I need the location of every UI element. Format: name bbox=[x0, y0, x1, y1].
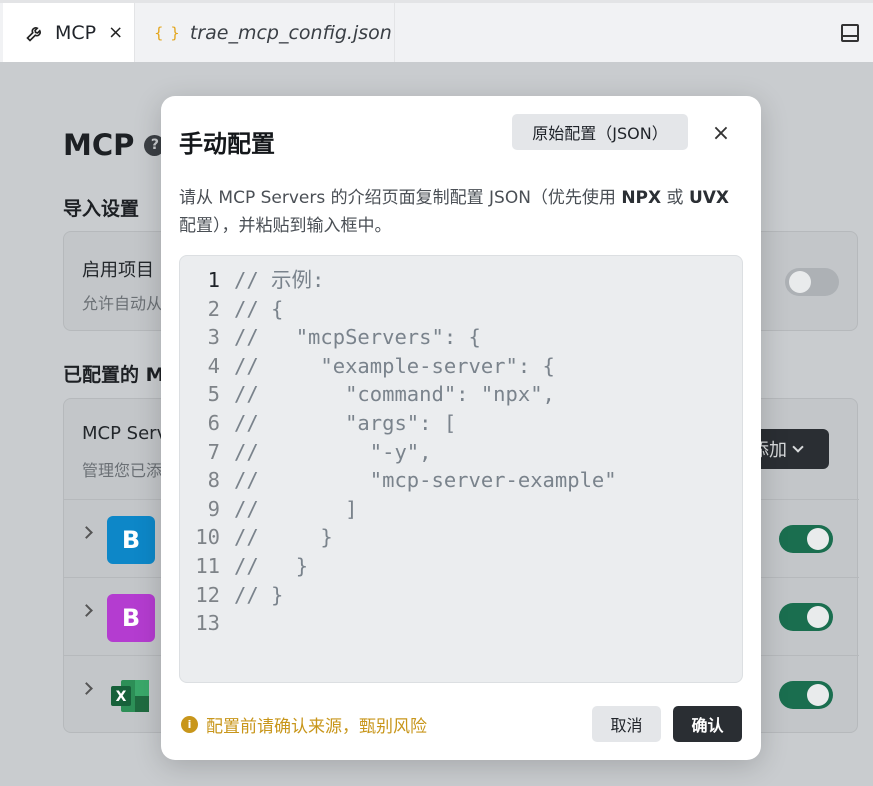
code-text: // "example-server": { bbox=[234, 353, 555, 378]
code-line[interactable]: 9 // ] bbox=[180, 495, 742, 524]
code-line[interactable]: 3 // "mcpServers": { bbox=[180, 323, 742, 352]
wrench-icon bbox=[26, 26, 41, 42]
cancel-button[interactable]: 取消 bbox=[592, 706, 661, 742]
dialog-description: 请从 MCP Servers 的介绍页面复制配置 JSON（优先使用 NPX 或… bbox=[179, 188, 730, 236]
line-number: 8 bbox=[207, 468, 220, 493]
line-number: 11 bbox=[195, 553, 220, 578]
line-number: 9 bbox=[207, 496, 220, 521]
braces-icon: { } bbox=[154, 23, 181, 42]
tab-close-icon[interactable]: × bbox=[108, 22, 123, 43]
tab-config-file-label: trae_mcp_config.json bbox=[189, 21, 392, 44]
import-settings-heading: 导入设置 bbox=[63, 198, 140, 220]
code-line[interactable]: 5 // "command": "npx", bbox=[180, 380, 742, 409]
code-line[interactable]: 13 bbox=[180, 609, 742, 638]
tab-config-file[interactable]: { } trae_mcp_config.json bbox=[136, 3, 395, 62]
code-line[interactable]: 1 // 示例: bbox=[180, 266, 742, 295]
chevron-right-icon[interactable] bbox=[80, 526, 93, 539]
svg-text:X: X bbox=[116, 689, 127, 705]
code-line[interactable]: 7 // "-y", bbox=[180, 438, 742, 467]
line-number: 3 bbox=[207, 325, 220, 350]
servers-card-subtitle: 管理您已添 bbox=[82, 461, 163, 480]
server-toggle[interactable] bbox=[779, 681, 833, 709]
code-line[interactable]: 10 // } bbox=[180, 523, 742, 552]
page-title: MCP ? bbox=[63, 128, 166, 162]
chevron-right-icon[interactable] bbox=[80, 604, 93, 617]
info-icon: i bbox=[181, 716, 198, 733]
json-config-editor[interactable]: 1 // 示例: 2 // { 3 // "mcpServers": { 4 // "exam… bbox=[179, 255, 743, 683]
tab-mcp-label: MCP bbox=[55, 21, 97, 44]
code-line[interactable]: 4 // "example-server": { bbox=[180, 352, 742, 381]
configured-mcp-heading: 已配置的 M bbox=[63, 364, 165, 386]
code-text: // ] bbox=[234, 496, 358, 521]
code-text: // 示例: bbox=[234, 268, 325, 292]
line-number: 12 bbox=[195, 582, 220, 607]
code-text: // } bbox=[234, 582, 284, 607]
line-number: 2 bbox=[207, 296, 220, 321]
server-logo: B bbox=[107, 516, 155, 564]
risk-warning: i 配置前请确认来源，甄别风险 bbox=[181, 712, 427, 737]
manual-config-dialog: 手动配置 原始配置（JSON） × 请从 MCP Servers 的介绍页面复制… bbox=[161, 96, 761, 760]
code-text: // } bbox=[234, 525, 333, 550]
raw-config-button[interactable]: 原始配置（JSON） bbox=[512, 114, 688, 150]
excel-logo-icon: X bbox=[107, 672, 155, 720]
code-text: // { bbox=[234, 296, 284, 321]
code-text: // } bbox=[234, 553, 309, 578]
code-text: // "mcp-server-example" bbox=[234, 468, 617, 493]
panel-layout-icon[interactable] bbox=[841, 24, 859, 42]
tab-bar: MCP × { } trae_mcp_config.json bbox=[0, 0, 873, 62]
server-toggle[interactable] bbox=[779, 603, 833, 631]
line-number: 7 bbox=[207, 439, 220, 464]
import-card-title: 启用项目 bbox=[82, 260, 154, 281]
chevron-right-icon[interactable] bbox=[80, 682, 93, 695]
confirm-button[interactable]: 确认 bbox=[673, 706, 742, 742]
code-line[interactable]: 8 // "mcp-server-example" bbox=[180, 466, 742, 495]
dialog-title: 手动配置 bbox=[179, 130, 275, 158]
risk-warning-text: 配置前请确认来源，甄别风险 bbox=[206, 717, 427, 737]
line-number: 5 bbox=[207, 382, 220, 407]
line-number: 10 bbox=[195, 525, 220, 550]
chevron-down-icon bbox=[792, 441, 804, 453]
code-text: // "args": [ bbox=[234, 410, 457, 435]
server-toggle[interactable] bbox=[779, 525, 833, 553]
line-number: 1 bbox=[207, 268, 220, 292]
line-number: 4 bbox=[207, 353, 220, 378]
server-logo: B bbox=[107, 594, 155, 642]
line-number: 13 bbox=[195, 611, 220, 636]
tab-mcp[interactable]: MCP × bbox=[3, 3, 135, 62]
line-number: 6 bbox=[207, 410, 220, 435]
code-line[interactable]: 11 // } bbox=[180, 552, 742, 581]
import-card-subtitle: 允许自动从 bbox=[82, 294, 163, 313]
code-line[interactable]: 6 // "args": [ bbox=[180, 409, 742, 438]
servers-card-title: MCP Serv bbox=[82, 423, 168, 444]
code-text: // "mcpServers": { bbox=[234, 325, 481, 350]
code-line[interactable]: 12 // } bbox=[180, 581, 742, 610]
code-line[interactable]: 2 // { bbox=[180, 295, 742, 324]
page-title-text: MCP bbox=[63, 128, 135, 162]
close-icon[interactable]: × bbox=[711, 123, 731, 145]
import-toggle[interactable] bbox=[785, 268, 839, 296]
code-text: // "command": "npx", bbox=[234, 382, 555, 407]
code-text: // "-y", bbox=[234, 439, 432, 464]
